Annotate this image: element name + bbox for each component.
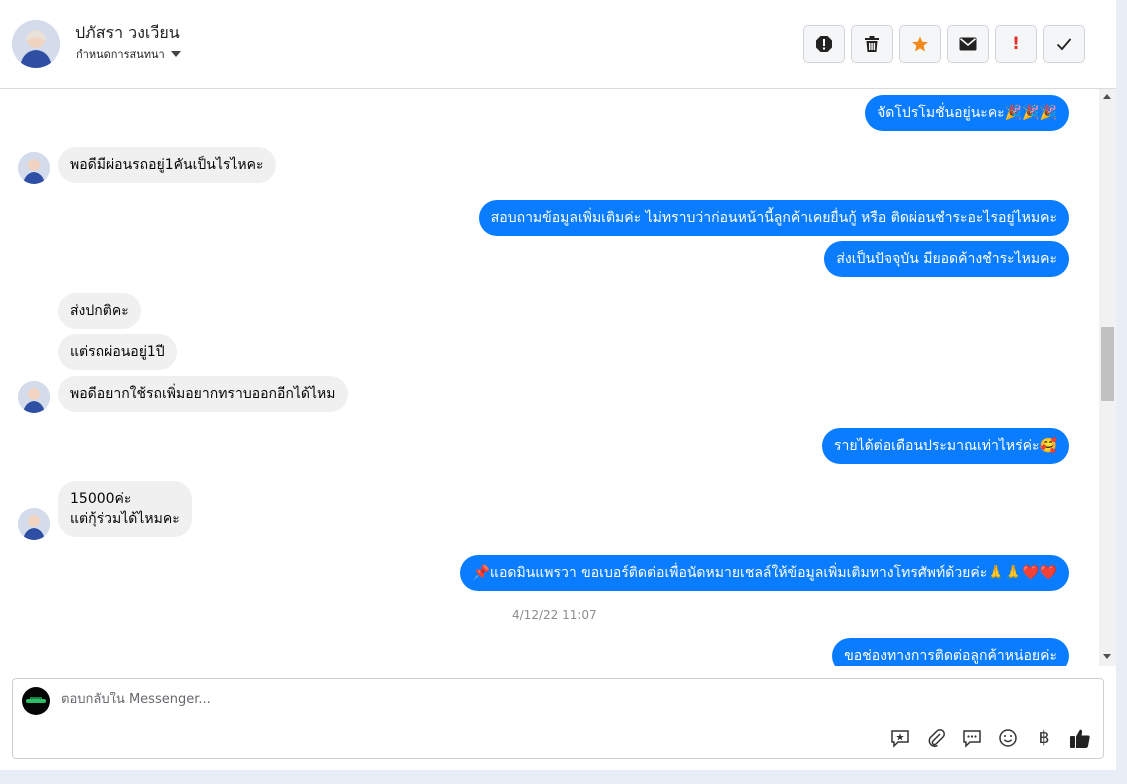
thread-scrollbar[interactable] xyxy=(1099,89,1116,666)
composer-toolbar: ฿ xyxy=(889,727,1091,749)
sticker-button[interactable] xyxy=(889,727,911,749)
delete-button[interactable] xyxy=(851,25,893,63)
reply-composer: ฿ xyxy=(12,678,1104,759)
scrollbar-thumb[interactable] xyxy=(1101,327,1114,401)
check-icon xyxy=(1056,38,1072,51)
message-bubble-outgoing: ส่งเป็นปัจจุบัน มียอดค้างชำระไหมคะ xyxy=(824,241,1069,277)
emoji-button[interactable] xyxy=(997,727,1019,749)
reply-input[interactable] xyxy=(61,692,861,707)
message-bubble-outgoing: รายได้ต่อเดือนประมาณเท่าไหร่ค่ะ🥰 xyxy=(821,428,1069,464)
report-icon xyxy=(816,36,832,52)
message-bubble-incoming: พอดีมีผ่อนรถอยู่1คันเป็นไรไหคะ xyxy=(58,147,276,183)
message-bubble-incoming: 15000ค่ะ แต่กุ้ร่วมได้ไหมคะ xyxy=(58,481,192,537)
contact-avatar-small xyxy=(18,152,50,184)
message-bubble-incoming: ส่งปกติคะ xyxy=(58,293,141,329)
contact-name: ปภัสรา วงเวียน xyxy=(75,23,180,42)
attachment-icon xyxy=(928,729,945,747)
priority-icon: ! xyxy=(1012,34,1020,54)
conversation-label: กำหนดการสนทนา xyxy=(76,48,165,61)
baht-icon: ฿ xyxy=(1038,728,1050,748)
star-button[interactable] xyxy=(899,25,941,63)
caret-down-icon xyxy=(170,51,181,57)
conversation-panel: ปภัสรา วงเวียน กำหนดการสนทนา ! จัดโปรโมช… xyxy=(0,0,1116,770)
conversation-header: ปภัสรา วงเวียน กำหนดการสนทนา ! xyxy=(0,0,1116,89)
message-timestamp: 4/12/22 11:07 xyxy=(512,608,597,622)
message-bubble-outgoing: จัดโปรโมชั่นอยู่นะคะ🎉🎉🎉 xyxy=(865,95,1069,131)
like-icon xyxy=(1070,729,1090,748)
sticker-icon xyxy=(891,730,909,748)
message-bubble-incoming: แต่รถผ่อนอยู่1ปี xyxy=(58,334,177,370)
contact-avatar-small xyxy=(18,381,50,413)
message-thread[interactable]: จัดโปรโมชั่นอยู่นะคะ🎉🎉🎉 พอดีมีผ่อนรถอยู่… xyxy=(0,89,1099,666)
like-button[interactable] xyxy=(1069,727,1091,749)
attach-button[interactable] xyxy=(925,727,947,749)
page-avatar xyxy=(22,687,50,715)
message-bubble-outgoing: 📌แอดมินแพรวา ขอเบอร์ติดต่อเพื่อนัดหมายเช… xyxy=(460,555,1069,591)
emoji-icon xyxy=(999,729,1017,747)
header-actions: ! xyxy=(803,25,1085,63)
payment-button[interactable]: ฿ xyxy=(1033,727,1055,749)
saved-replies-icon xyxy=(963,730,981,748)
contact-avatar[interactable] xyxy=(12,20,60,68)
star-icon xyxy=(912,36,928,52)
mark-unread-button[interactable] xyxy=(947,25,989,63)
saved-replies-button[interactable] xyxy=(961,727,983,749)
mark-done-button[interactable] xyxy=(1043,25,1085,63)
contact-avatar-small xyxy=(18,508,50,540)
message-line: แต่กุ้ร่วมได้ไหมคะ xyxy=(70,511,180,527)
message-line: 15000ค่ะ xyxy=(70,491,132,507)
priority-button[interactable]: ! xyxy=(995,25,1037,63)
report-button[interactable] xyxy=(803,25,845,63)
conversation-label-dropdown[interactable]: กำหนดการสนทนา xyxy=(76,45,181,63)
message-bubble-outgoing: สอบถามข้อมูลเพิ่มเติมค่ะ ไม่ทราบว่าก่อนห… xyxy=(478,200,1069,236)
trash-icon xyxy=(865,36,879,52)
message-bubble-incoming: พอดีอยากใช้รถเพิ่มอยากทราบออกอีกได้ไหม xyxy=(58,376,348,412)
scroll-up-arrow-icon[interactable] xyxy=(1103,94,1111,99)
message-bubble-outgoing: ขอช่องทางการติดต่อลูกค้าหน่อยค่ะ xyxy=(832,638,1069,666)
scroll-down-arrow-icon[interactable] xyxy=(1103,654,1111,659)
mail-icon xyxy=(959,37,977,51)
